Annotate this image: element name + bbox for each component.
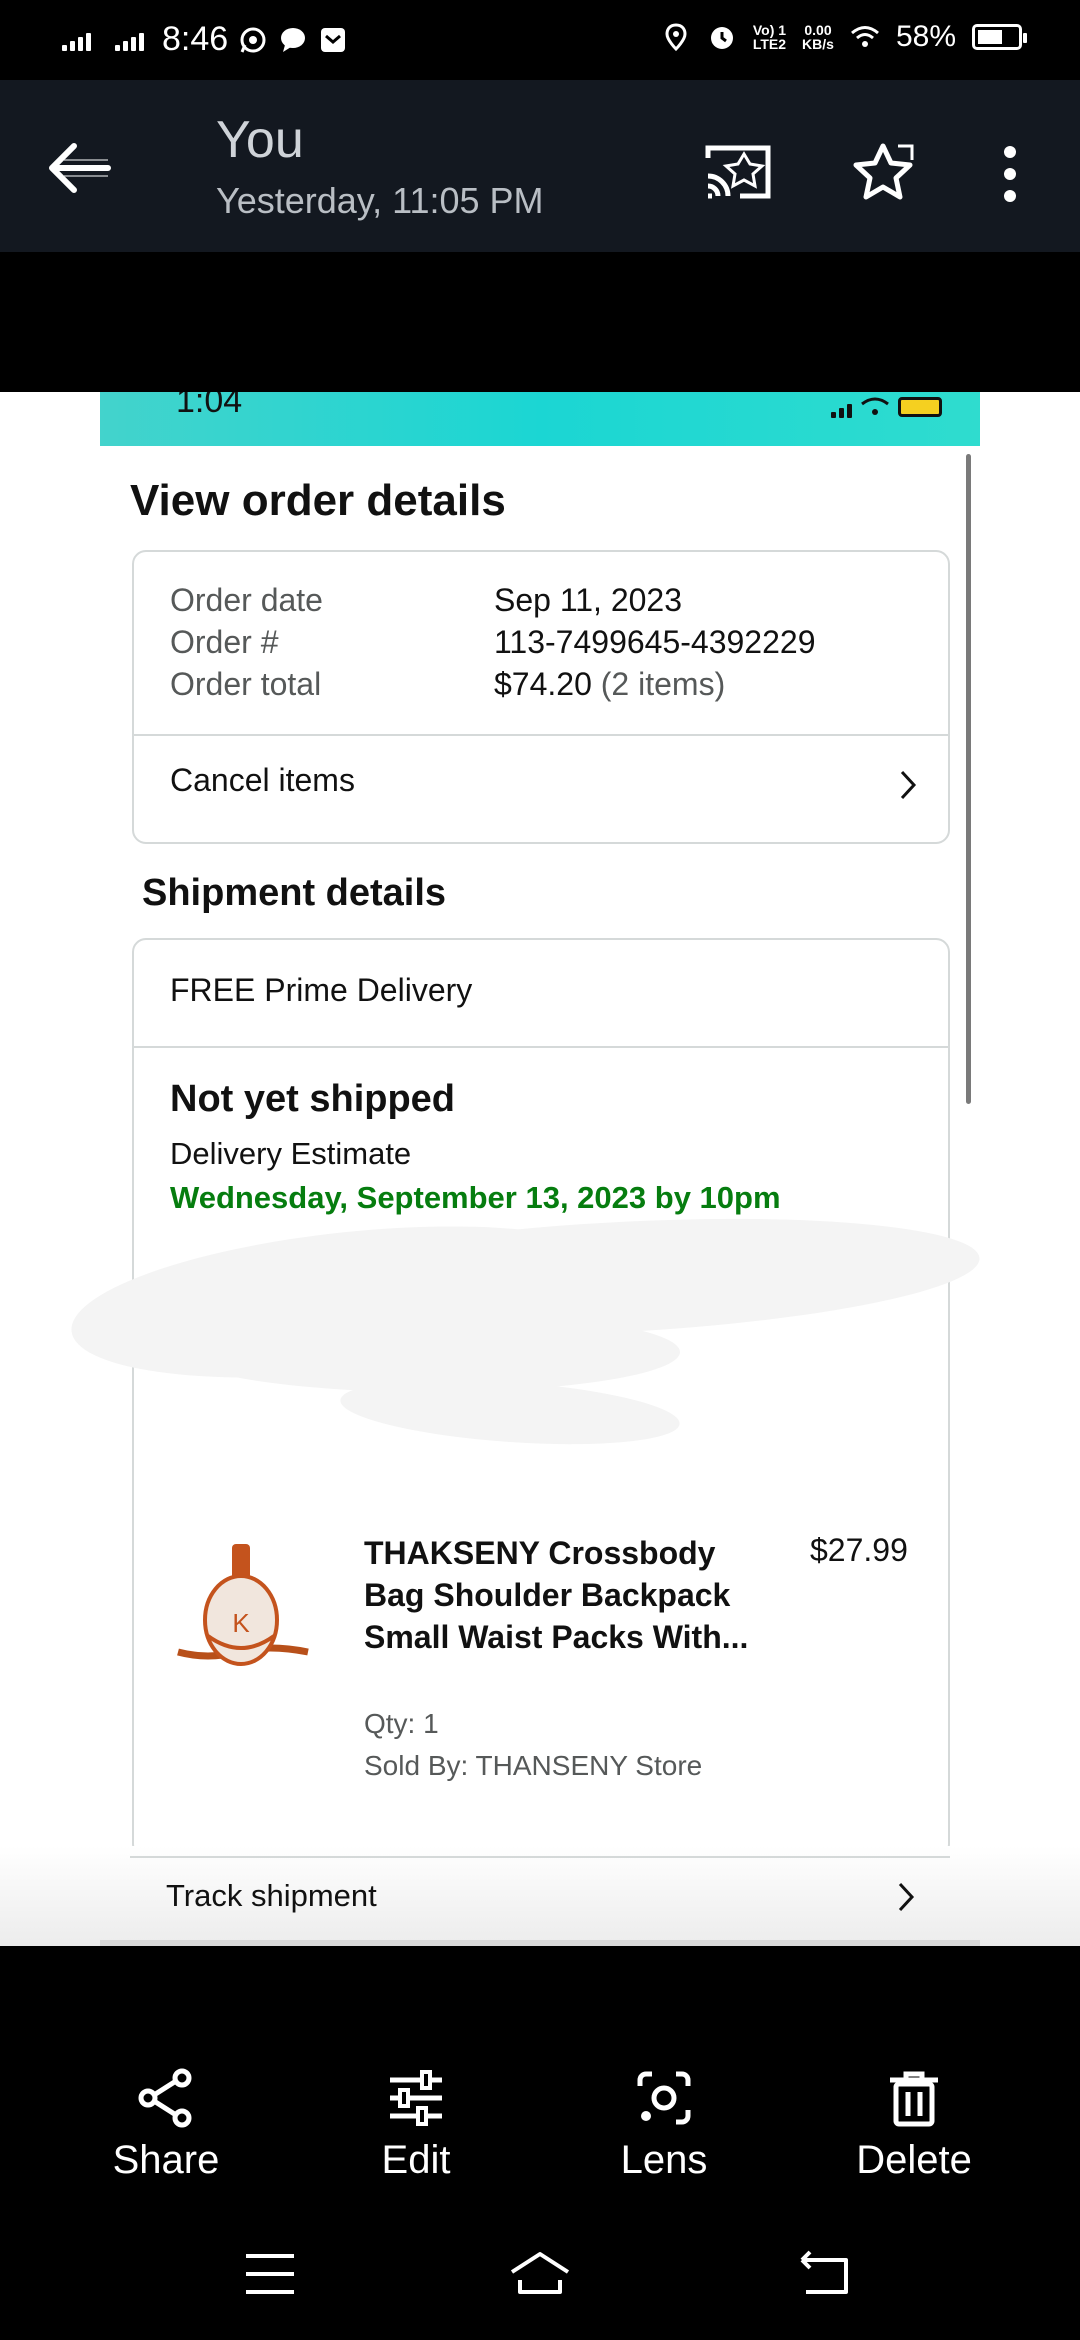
- battery-icon: [972, 24, 1027, 50]
- product-name-link[interactable]: THAKSENY Crossbody Bag Shoulder Backpack…: [364, 1532, 764, 1658]
- home-icon[interactable]: [508, 2246, 572, 2302]
- share-label: Share: [112, 2138, 220, 2182]
- shipment-heading: Shipment details: [142, 872, 447, 914]
- inner-battery-icon: [898, 397, 942, 417]
- status-bar: 8:46 Vo) 1 LTE2 0.00 KB/s 58%: [0, 0, 1080, 80]
- inner-wifi-icon: [861, 397, 889, 415]
- system-nav-bar: [0, 2206, 1080, 2340]
- cast-icon[interactable]: [700, 140, 776, 204]
- order-total-value: $74.20 (2 items): [494, 666, 726, 702]
- inner-scrollbar: [966, 454, 971, 1104]
- inner-status-bar: 1:04: [100, 392, 980, 446]
- top-app-bar: You Yesterday, 11:05 PM: [0, 80, 1080, 252]
- delivery-estimate-label: Delivery Estimate: [170, 1136, 412, 1171]
- cancel-items-link[interactable]: Cancel items: [170, 762, 355, 799]
- order-number-value: 113-7499645-4392229: [494, 624, 816, 660]
- divider: [134, 734, 948, 736]
- product-image[interactable]: K: [168, 1540, 318, 1680]
- order-summary-card: Order date Sep 11, 2023 Order # 113-7499…: [132, 550, 950, 844]
- share-icon: [138, 2068, 192, 2128]
- alarm-icon: [710, 27, 733, 49]
- divider: [130, 1856, 950, 1858]
- star-icon[interactable]: [848, 140, 918, 204]
- location-icon: [665, 23, 687, 52]
- page-title: View order details: [130, 476, 506, 525]
- order-number-label: Order #: [170, 624, 279, 660]
- message-icon: [281, 27, 306, 52]
- back-arrow-icon[interactable]: [44, 138, 114, 198]
- share-button[interactable]: Share: [66, 2066, 266, 2183]
- photo-action-bar: Share Edit Lens Delete: [0, 1946, 1080, 2206]
- network-type: Vo) 1 LTE2: [752, 22, 787, 52]
- order-items-count: (2 items): [600, 666, 726, 702]
- order-date-label: Order date: [170, 582, 323, 618]
- battery-percent: 58%: [895, 20, 956, 53]
- recent-apps-icon[interactable]: [238, 2246, 302, 2302]
- delete-button[interactable]: Delete: [814, 2066, 1014, 2183]
- net-speed: 0.00 KB/s: [802, 22, 834, 52]
- shipping-status: Not yet shipped: [170, 1078, 456, 1120]
- lens-icon: [637, 2071, 691, 2125]
- inbox-icon: [321, 27, 346, 52]
- chevron-right-icon[interactable]: [896, 1880, 918, 1914]
- order-date-value: Sep 11, 2023: [494, 582, 683, 618]
- whatsapp-icon: [240, 27, 266, 53]
- order-total-label: Order total: [170, 666, 322, 702]
- edit-button[interactable]: Edit: [316, 2066, 516, 2183]
- divider: [134, 1046, 948, 1048]
- signal-icon: [62, 29, 91, 51]
- image-padding: [0, 252, 1080, 392]
- sender-name: You: [216, 111, 304, 169]
- wifi-icon: [850, 26, 879, 47]
- signal-icon-2: [115, 29, 144, 51]
- status-time: 8:46: [162, 20, 229, 58]
- inner-status-time: 1:04: [176, 392, 243, 420]
- more-vert-icon[interactable]: [990, 142, 1030, 206]
- lens-label: Lens: [620, 2138, 708, 2182]
- inner-signal-icon: [831, 396, 852, 418]
- photo-timestamp: Yesterday, 11:05 PM: [216, 180, 544, 221]
- sliders-icon: [390, 2070, 442, 2126]
- delivery-type: FREE Prime Delivery: [170, 972, 473, 1008]
- product-image-letter: K: [232, 1608, 250, 1638]
- product-quantity: Qty: 1: [364, 1708, 439, 1739]
- delete-label: Delete: [856, 2138, 972, 2182]
- track-shipment-row[interactable]: Track shipment: [0, 1846, 1080, 1946]
- edit-label: Edit: [381, 2138, 451, 2182]
- lens-button[interactable]: Lens: [564, 2066, 764, 2183]
- photo-viewer-image[interactable]: 1:04 View order details Order date Sep 1…: [0, 392, 1080, 1946]
- delivery-estimate-date: Wednesday, September 13, 2023 by 10pm: [170, 1180, 781, 1215]
- product-price: $27.99: [810, 1532, 908, 1568]
- back-icon[interactable]: [790, 2246, 854, 2302]
- product-seller: Sold By: THANSENY Store: [364, 1750, 703, 1781]
- trash-icon: [890, 2071, 938, 2127]
- track-shipment-label[interactable]: Track shipment: [166, 1878, 377, 1914]
- chevron-right-icon[interactable]: [898, 768, 920, 802]
